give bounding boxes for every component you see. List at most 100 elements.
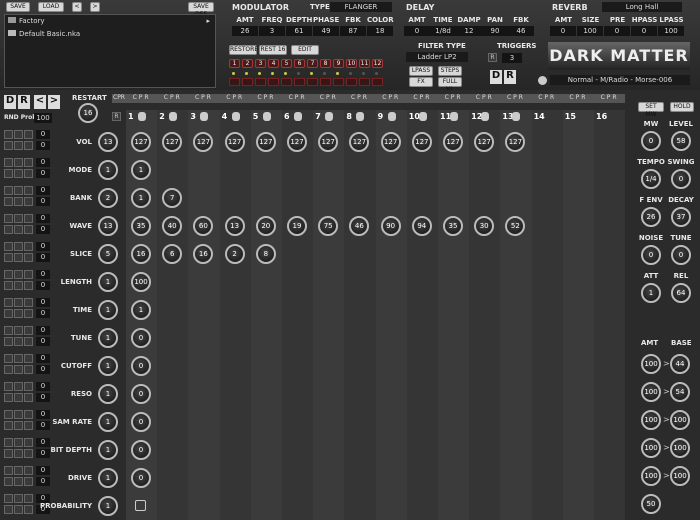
triggers-value[interactable]: 3 — [502, 53, 522, 63]
amt-knob[interactable]: 100 — [641, 354, 661, 374]
step-value-knob[interactable]: 0 — [131, 384, 151, 404]
row-knob[interactable]: 5 — [98, 244, 118, 264]
mod-step-pad[interactable] — [372, 78, 383, 86]
triggers-r-button[interactable]: R — [488, 53, 497, 62]
row-cpr-button[interactable] — [4, 337, 13, 346]
step-value-knob[interactable]: 35 — [131, 216, 151, 236]
step-value-knob[interactable]: 127 — [411, 132, 432, 152]
row-cpr-button[interactable] — [24, 309, 33, 318]
step-toggle[interactable] — [356, 112, 365, 121]
row-cpr-button[interactable] — [4, 130, 13, 139]
row-cpr-button[interactable] — [14, 242, 23, 251]
row-cpr-button[interactable] — [24, 141, 33, 150]
row-cpr-button[interactable] — [4, 505, 13, 514]
right-knob[interactable]: 1 — [641, 283, 661, 303]
row-cpr-button[interactable] — [24, 393, 33, 402]
step-value-knob[interactable]: 127 — [255, 132, 276, 152]
row-cpr-button[interactable] — [14, 253, 23, 262]
seq-next-button[interactable]: > — [48, 95, 60, 109]
mod-step-pad[interactable] — [229, 78, 240, 86]
step-toggle[interactable] — [200, 112, 209, 121]
row-cpr-button[interactable] — [24, 197, 33, 206]
save-default-button[interactable]: SAVE DEF — [188, 2, 214, 18]
delay-param-value[interactable]: 0 — [404, 26, 430, 36]
row-knob[interactable]: 1 — [98, 300, 118, 320]
row-cpr-button[interactable] — [14, 281, 23, 290]
step-cpr[interactable]: CPR — [282, 94, 314, 103]
step-toggle[interactable] — [387, 112, 396, 121]
step-cpr[interactable]: CPR — [562, 94, 594, 103]
row-cpr-button[interactable] — [4, 365, 13, 374]
row-cpr-button[interactable] — [24, 354, 33, 363]
row-cpr-button[interactable] — [4, 158, 13, 167]
step-toggle[interactable] — [481, 112, 490, 121]
step-cpr[interactable]: CPR — [438, 94, 470, 103]
row-cpr-button[interactable] — [4, 186, 13, 195]
hold-button[interactable]: HOLD — [670, 102, 694, 112]
row-knob[interactable]: 1 — [98, 496, 118, 516]
row-cpr-button[interactable] — [14, 466, 23, 475]
mod-param-value[interactable]: 18 — [367, 26, 393, 36]
row-cpr-button[interactable] — [24, 449, 33, 458]
step-toggle[interactable] — [231, 112, 240, 121]
row-knob[interactable]: 1 — [98, 412, 118, 432]
row-cpr-button[interactable] — [24, 494, 33, 503]
mod-step-button[interactable]: 5 — [281, 59, 292, 68]
mod-step-pad[interactable] — [346, 78, 357, 86]
right-knob[interactable]: 0 — [671, 245, 691, 265]
step-cpr[interactable]: CPR — [406, 94, 438, 103]
step-cpr[interactable]: CPR — [250, 94, 282, 103]
row-cpr-button[interactable] — [24, 130, 33, 139]
step-cpr[interactable]: CPR — [126, 94, 158, 103]
mod-step-button[interactable]: 7 — [307, 59, 318, 68]
step-value-knob[interactable]: 2 — [224, 244, 245, 264]
row-cpr-button[interactable] — [24, 421, 33, 430]
step-value-knob[interactable]: 127 — [443, 132, 463, 152]
mod-step-button[interactable]: 4 — [268, 59, 279, 68]
step-value-knob[interactable]: 0 — [131, 356, 151, 376]
step-checkbox[interactable] — [135, 500, 146, 511]
right-knob[interactable]: 58 — [671, 131, 691, 151]
step-value-knob[interactable]: 0 — [131, 328, 151, 348]
step-value-knob[interactable]: 127 — [131, 132, 151, 152]
row-cpr-button[interactable] — [24, 505, 33, 514]
row-cpr-button[interactable] — [24, 337, 33, 346]
row-cpr-button[interactable] — [14, 141, 23, 150]
right-knob[interactable]: 64 — [671, 283, 691, 303]
row-cpr-button[interactable] — [4, 281, 13, 290]
row-knob[interactable]: 2 — [98, 188, 118, 208]
row-cpr-button[interactable] — [4, 270, 13, 279]
row-cpr-button[interactable] — [4, 253, 13, 262]
row-cpr-button[interactable] — [14, 382, 23, 391]
right-knob[interactable]: 0 — [641, 245, 661, 265]
row-cpr-button[interactable] — [24, 158, 33, 167]
reverb-param-value[interactable]: 0 — [631, 26, 657, 36]
step-toggle[interactable] — [262, 112, 271, 121]
mod-step-button[interactable]: 9 — [333, 59, 344, 68]
seq-prev-button[interactable]: < — [34, 95, 46, 109]
row-cpr-button[interactable] — [14, 505, 23, 514]
step-value-knob[interactable]: 1 — [131, 300, 151, 320]
step-value-knob[interactable]: 1 — [131, 160, 151, 180]
mod-step-button[interactable]: 6 — [294, 59, 305, 68]
row-cpr-button[interactable] — [24, 438, 33, 447]
row-cpr-button[interactable] — [14, 298, 23, 307]
step-cpr[interactable]: CPR — [594, 94, 626, 103]
row-cpr-button[interactable] — [4, 354, 13, 363]
step-toggle[interactable] — [418, 112, 427, 121]
mod-step-button[interactable]: 12 — [372, 59, 383, 68]
amt-knob[interactable]: 100 — [641, 438, 661, 458]
reverb-param-value[interactable]: 0 — [604, 26, 630, 36]
right-knob[interactable]: 0 — [641, 131, 661, 151]
row-cpr-button[interactable] — [4, 309, 13, 318]
step-value-knob[interactable]: 16 — [131, 244, 151, 264]
right-knob[interactable]: 1/4 — [641, 169, 661, 189]
step-toggle[interactable] — [450, 112, 458, 121]
steps-button[interactable]: STEPS — [438, 66, 462, 76]
row-cpr-button[interactable] — [14, 410, 23, 419]
base-knob[interactable]: 44 — [670, 354, 690, 374]
row-cpr-button[interactable] — [24, 169, 33, 178]
row-cpr-button[interactable] — [4, 141, 13, 150]
mod-step-button[interactable]: 2 — [242, 59, 253, 68]
lpass-button[interactable]: LPASS — [409, 66, 433, 76]
